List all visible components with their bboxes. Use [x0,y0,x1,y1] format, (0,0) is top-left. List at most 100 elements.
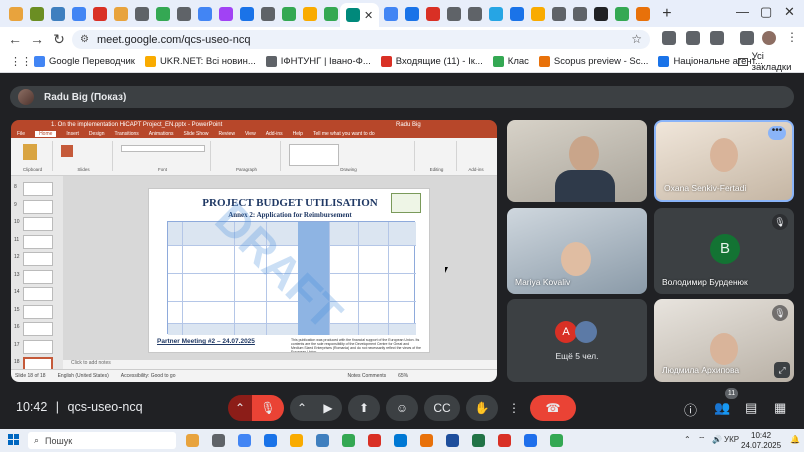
ppt-tab[interactable]: Insert [66,131,79,137]
slide-thumbnail[interactable] [23,199,53,214]
taskbar-app-icon[interactable] [368,434,381,447]
notes-comments-buttons[interactable]: Notes Comments [347,373,386,379]
tab-favicon-icon[interactable] [72,6,86,21]
close-tab-icon[interactable]: ✕ [364,9,373,22]
slide-thumbnail[interactable] [23,339,53,354]
tab-favicon-icon[interactable] [426,6,441,21]
tab-favicon-icon[interactable] [510,6,525,21]
participant-tile[interactable]: 🎙 Людмила Архипова ⤢ [654,299,794,382]
tab-favicon-icon[interactable] [282,6,296,21]
notifications-icon[interactable]: 🔔 [790,435,800,444]
forward-icon[interactable]: → [26,31,48,47]
extension-icon[interactable] [686,31,700,45]
bookmark-item[interactable]: UKR.NET: Всі новин... [144,56,256,67]
tab-favicon-icon[interactable] [156,6,170,21]
presentation-tile[interactable]: 1. On the implementation HiCAPT Project_… [11,120,497,382]
slide-thumbnail[interactable] [23,304,53,319]
tab-favicon-icon[interactable] [615,6,630,21]
more-options-icon[interactable]: ⋮ [504,395,524,421]
slide-thumbnail[interactable] [23,217,53,231]
participant-tile[interactable]: 🎙 B Володимир Бурденюк [654,208,794,294]
tray-chevron-icon[interactable]: ⌃ [684,435,691,444]
tab-favicon-icon[interactable] [636,6,651,21]
tab-favicon-icon[interactable] [447,6,462,21]
taskbar-app-icon[interactable] [472,434,485,447]
tab-favicon-icon[interactable] [489,6,504,21]
bookmark-item[interactable]: ІФНТУНГ | Івано-Ф... [265,56,371,67]
tab-favicon-icon[interactable] [552,6,567,21]
ppt-tab[interactable]: Animations [149,131,174,137]
taskbar-app-icon[interactable] [524,434,537,447]
taskbar-app-icon[interactable] [186,434,199,447]
taskbar-app-icon[interactable] [550,434,563,447]
tab-favicon-icon[interactable] [594,6,609,21]
volume-icon[interactable]: 🔊 [712,435,722,444]
tab-favicon-icon[interactable] [384,6,399,21]
extensions-puzzle-icon[interactable] [710,31,724,45]
tab-favicon-icon[interactable] [324,6,338,21]
meeting-info-icon[interactable]: ⓘ [684,400,697,419]
network-icon[interactable]: ⌔ [698,435,706,445]
ppt-tab[interactable]: File [17,131,25,137]
taskbar-app-icon[interactable] [264,434,277,447]
tab-favicon-icon[interactable] [114,6,128,21]
apps-grid-icon[interactable]: ⋮⋮ [10,55,32,68]
taskbar-app-icon[interactable] [498,434,511,447]
more-options-icon[interactable]: ••• [768,126,786,140]
close-window-icon[interactable]: ✕ [784,4,795,20]
slide-thumbnail[interactable] [23,252,53,266]
raise-hand-button[interactable]: ✋ [466,395,498,421]
bookmark-star-icon[interactable]: ☆ [631,32,642,46]
taskbar-app-icon[interactable] [290,434,303,447]
bookmark-item[interactable]: Клас [492,56,529,67]
windows-start-icon[interactable] [8,434,20,446]
slide-thumbnail[interactable] [23,234,53,249]
participant-tile[interactable]: ••• Oxana Senkiv-Fertadi [654,120,794,202]
taskbar-app-icon[interactable] [394,434,407,447]
leave-call-button[interactable]: ☎ [530,395,576,421]
ppt-tab[interactable]: Transitions [115,131,139,137]
activities-icon[interactable]: ▦ [774,400,786,416]
taskbar-app-icon[interactable] [420,434,433,447]
tab-favicon-icon[interactable] [30,6,44,21]
ppt-tab[interactable]: Tell me what you want to do [313,131,375,137]
ppt-tab[interactable]: Help [293,131,303,137]
taskbar-app-icon[interactable] [342,434,355,447]
tab-favicon-icon[interactable] [531,6,546,21]
chat-icon[interactable]: ▤ [745,400,757,416]
ppt-tab[interactable]: View [245,131,256,137]
tab-favicon-icon[interactable] [51,6,65,21]
notes-pane[interactable]: Click to add notes [63,360,497,369]
taskbar-app-icon[interactable] [212,434,225,447]
bookmark-item[interactable]: Google Переводчик [34,56,135,67]
tab-favicon-icon[interactable] [219,6,233,21]
tab-favicon-icon[interactable] [573,6,588,21]
extension-icon[interactable] [662,31,676,45]
tab-favicon-icon[interactable] [9,6,23,21]
ppt-tab[interactable]: Home [35,131,57,137]
profile-avatar[interactable] [762,31,776,45]
bookmark-item[interactable]: Входящие (11) - Ік... [380,56,483,67]
address-bar[interactable]: ⚙ meet.google.com/qcs-useo-ncq ☆ [72,30,650,49]
tab-favicon-icon[interactable] [177,6,191,21]
ppt-tab[interactable]: Review [219,131,235,137]
back-icon[interactable]: ← [4,31,26,47]
site-info-icon[interactable]: ⚙ [80,34,89,45]
emoji-reaction-button[interactable]: ☺ [386,395,418,421]
mic-options-chevron-icon[interactable]: ⌃ [228,395,252,421]
reload-icon[interactable]: ↻ [48,31,70,48]
download-icon[interactable] [740,31,754,45]
camera-toggle-button[interactable]: ▶ [314,395,342,421]
ppt-tab[interactable]: Slide Show [184,131,209,137]
new-tab-button[interactable]: + [662,5,671,23]
participant-tile[interactable]: Mariya Kovaliv [507,208,647,294]
slide-thumbnail[interactable] [23,182,53,196]
language-indicator[interactable]: УКР [724,435,739,444]
bookmark-item[interactable]: Scopus preview - Sc... [538,56,648,67]
tab-favicon-icon[interactable] [303,6,317,21]
taskbar-app-icon[interactable] [446,434,459,447]
pin-icon[interactable]: ⤢ [774,362,790,378]
participant-tile[interactable] [507,120,647,202]
tab-favicon-icon[interactable] [261,6,275,21]
others-tile[interactable]: A Ещё 5 чел. [507,299,647,382]
